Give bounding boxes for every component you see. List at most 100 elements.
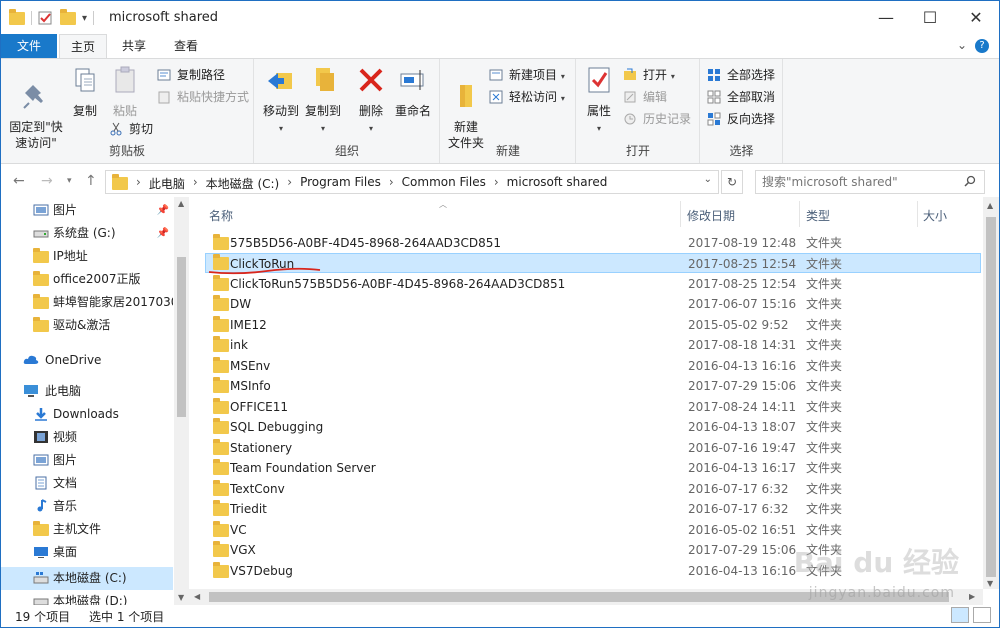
document-icon (35, 476, 47, 490)
details-view-icon[interactable] (951, 607, 969, 623)
nav-item-pictures-pinned[interactable]: 图片 📌 (1, 199, 173, 222)
scroll-up-icon[interactable]: ▲ (987, 201, 993, 210)
minimize-button[interactable]: — (863, 1, 909, 34)
nav-item-desktop[interactable]: 桌面 (1, 541, 173, 564)
list-item[interactable]: TextConv 2016-07-17 6:32 文件夹 (205, 479, 981, 499)
breadcrumb-this-pc[interactable]: 此电脑 (149, 175, 185, 192)
list-item[interactable]: Triedit 2016-07-17 6:32 文件夹 (205, 499, 981, 519)
scroll-left-icon[interactable]: ◀ (194, 592, 200, 601)
maximize-button[interactable]: ☐ (907, 1, 953, 34)
nav-item-downloads[interactable]: Downloads (1, 403, 173, 426)
nav-scroll-thumb[interactable] (177, 257, 186, 417)
forward-arrow-icon[interactable]: → (41, 173, 53, 189)
scroll-down-icon[interactable]: ▼ (178, 593, 184, 602)
nav-item-documents[interactable]: 文档 (1, 472, 173, 495)
list-item[interactable]: MSEnv 2016-04-13 16:16 文件夹 (205, 356, 981, 376)
column-date[interactable]: 修改日期 (687, 207, 735, 224)
help-icon[interactable]: ? (975, 39, 989, 53)
copy-button[interactable]: 复制 (67, 65, 103, 119)
close-button[interactable]: ✕ (953, 1, 999, 34)
list-item[interactable]: IME12 2015-05-02 9:52 文件夹 (205, 315, 981, 335)
paste-button[interactable]: 粘贴 (105, 65, 145, 119)
ribbon: 固定到"快 速访问" 复制 粘贴 复制路径 粘贴快捷方式 剪切 剪贴板 移动到 … (1, 58, 999, 164)
search-input[interactable] (756, 171, 956, 193)
tab-home[interactable]: 主页 (59, 34, 107, 58)
edit-button[interactable]: 编辑 (623, 87, 667, 107)
refresh-icon[interactable]: ↻ (721, 170, 743, 194)
cut-button[interactable]: 剪切 (109, 119, 153, 139)
move-to-button[interactable]: 移动到 ▾ (261, 65, 301, 137)
tab-share[interactable]: 共享 (111, 34, 157, 58)
chevron-down-icon[interactable]: ⌄ (957, 38, 967, 52)
nav-item-drivers-activation[interactable]: 驱动&激活 (1, 314, 173, 337)
new-folder-icon[interactable] (60, 8, 76, 25)
list-scroll-thumb[interactable] (986, 217, 996, 577)
nav-item-bengbu-smart-home[interactable]: 蚌埠智能家居2017030 (1, 291, 173, 314)
pin-icon[interactable]: 📌 (157, 199, 169, 222)
address-dropdown-icon[interactable]: ⌄ (704, 174, 712, 185)
new-item-button[interactable]: 新建项目 ▾ (489, 65, 565, 85)
large-icons-view-icon[interactable] (973, 607, 991, 623)
nav-item-music[interactable]: 音乐 (1, 495, 173, 518)
rename-button[interactable]: 重命名 (391, 65, 435, 119)
nav-item-local-disk-c[interactable]: 本地磁盘 (C:) (1, 567, 173, 590)
scroll-down-icon[interactable]: ▼ (987, 579, 993, 588)
nav-item-this-pc[interactable]: 此电脑 (1, 380, 173, 403)
tab-view[interactable]: 查看 (161, 34, 211, 58)
column-name[interactable]: 名称 (209, 207, 233, 224)
list-item[interactable]: Stationery 2016-07-16 19:47 文件夹 (205, 438, 981, 458)
list-item[interactable]: SQL Debugging 2016-04-13 18:07 文件夹 (205, 417, 981, 437)
pin-icon[interactable]: 📌 (157, 222, 169, 245)
select-none-button[interactable]: 全部取消 (707, 87, 775, 107)
copy-to-button[interactable]: 复制到 ▾ (303, 65, 343, 137)
breadcrumb-microsoft-shared[interactable]: microsoft shared (507, 175, 608, 192)
nav-item-office2007[interactable]: office2007正版 (1, 268, 173, 291)
list-vertical-scrollbar[interactable]: ▲ ▼ (983, 197, 999, 589)
nav-item-pictures[interactable]: 图片 (1, 449, 173, 472)
customize-qat-icon[interactable]: ▾ (82, 13, 87, 24)
column-type[interactable]: 类型 (806, 207, 830, 224)
properties-check-icon[interactable] (38, 11, 54, 25)
open-button[interactable]: 打开 ▾ (623, 65, 675, 85)
list-item[interactable]: OFFICE11 2017-08-24 14:11 文件夹 (205, 397, 981, 417)
scroll-up-icon[interactable]: ▲ (178, 199, 184, 208)
column-size[interactable]: 大小 (923, 207, 947, 224)
list-item[interactable]: Team Foundation Server 2016-04-13 16:17 文件… (205, 458, 981, 478)
list-item[interactable]: ClickToRun575B5D56-A0BF-4D45-8968-264AAD… (205, 274, 981, 294)
nav-item-local-disk-d[interactable]: 本地磁盘 (D:) (1, 590, 173, 605)
search-icon[interactable] (964, 175, 976, 187)
nav-scrollbar[interactable]: ▲ ▼ (174, 197, 189, 605)
pin-quick-access-button[interactable]: 固定到"快 速访问" (5, 65, 67, 151)
breadcrumb-program-files[interactable]: Program Files (300, 175, 381, 192)
column-header: ︿ 名称 修改日期 类型 大小 (189, 197, 983, 231)
easy-access-button[interactable]: 轻松访问 ▾ (489, 87, 565, 107)
nav-item-videos[interactable]: 视频 (1, 426, 173, 449)
list-item[interactable]: 575B5D56-A0BF-4D45-8968-264AAD3CD851 2017… (205, 233, 981, 253)
back-arrow-icon[interactable]: ← (13, 173, 25, 189)
history-button[interactable]: 历史记录 (623, 109, 691, 129)
up-arrow-icon[interactable]: ↑ (85, 173, 97, 189)
scroll-right-icon[interactable]: ▶ (969, 592, 975, 601)
select-all-button[interactable]: 全部选择 (707, 65, 775, 85)
properties-button[interactable]: 属性 ▾ (581, 65, 617, 137)
nav-item-host-files[interactable]: 主机文件 (1, 518, 173, 541)
recent-locations-icon[interactable]: ▾ (67, 176, 72, 186)
address-bar[interactable]: › 此电脑 › 本地磁盘 (C:) › Program Files › Comm… (105, 170, 719, 194)
item-count: 19 个项目 (15, 610, 71, 624)
breadcrumb-common-files[interactable]: Common Files (402, 175, 486, 192)
list-item[interactable]: DW 2017-06-07 15:16 文件夹 (205, 294, 981, 314)
delete-button[interactable]: 删除 ▾ (353, 65, 389, 137)
invert-selection-button[interactable]: 反向选择 (707, 109, 775, 129)
new-folder-button[interactable]: 新建 文件夹 (445, 65, 487, 151)
paste-shortcut-button[interactable]: 粘贴快捷方式 (157, 87, 249, 107)
list-item[interactable]: ink 2017-08-18 14:31 文件夹 (205, 335, 981, 355)
nav-item-system-drive-g[interactable]: 系统盘 (G:) 📌 (1, 222, 173, 245)
nav-item-onedrive[interactable]: OneDrive (1, 349, 173, 372)
nav-item-ip-address[interactable]: IP地址 (1, 245, 173, 268)
breadcrumb-local-disk-c[interactable]: 本地磁盘 (C:) (206, 175, 280, 192)
list-item[interactable]: VC 2016-05-02 16:51 文件夹 (205, 520, 981, 540)
search-box[interactable] (755, 170, 985, 194)
tab-file[interactable]: 文件 (1, 34, 57, 58)
list-item[interactable]: MSInfo 2017-07-29 15:06 文件夹 (205, 376, 981, 396)
copy-path-button[interactable]: 复制路径 (157, 65, 225, 85)
